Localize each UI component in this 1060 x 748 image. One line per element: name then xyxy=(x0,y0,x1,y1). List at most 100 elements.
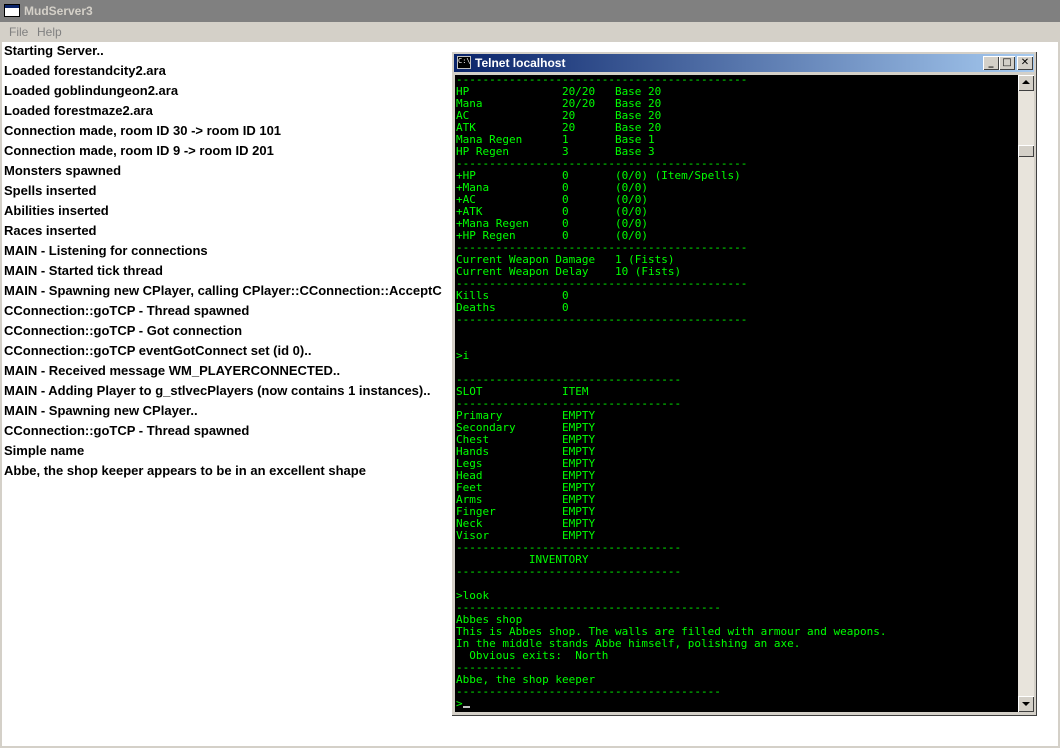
console-line: > xyxy=(456,697,886,710)
log-line: Connection made, room ID 30 -> room ID 1… xyxy=(4,123,282,138)
console-line: INVENTORY xyxy=(456,553,886,566)
console-line: Current Weapon Damage 1 (Fists) xyxy=(456,253,886,266)
log-line: Connection made, room ID 9 -> room ID 20… xyxy=(4,143,274,158)
console-line: ----------------------------------------… xyxy=(456,157,886,170)
maximize-button[interactable]: □ xyxy=(999,56,1015,70)
log-line: Monsters spawned xyxy=(4,163,122,178)
text-cursor xyxy=(462,706,470,708)
log-line: MAIN - Spawning new CPlayer, calling CPl… xyxy=(4,283,442,298)
console-line: Chest EMPTY xyxy=(456,433,886,446)
console-line: Legs EMPTY xyxy=(456,457,886,470)
console-line: ---------------------------------- xyxy=(456,541,886,554)
console-line: Neck EMPTY xyxy=(456,517,886,530)
scroll-down-button[interactable] xyxy=(1018,696,1034,712)
console-line: Hands EMPTY xyxy=(456,445,886,458)
console-line: +HP Regen 0 (0/0) xyxy=(456,229,886,242)
log-line: Spells inserted xyxy=(4,183,97,198)
console-line: ----------------------------------------… xyxy=(456,241,886,254)
log-line: CConnection::goTCP - Thread spawned xyxy=(4,423,250,438)
console-line: Feet EMPTY xyxy=(456,481,886,494)
console-line: Mana 20/20 Base 20 xyxy=(456,97,886,110)
log-line: MAIN - Received message WM_PLAYERCONNECT… xyxy=(4,363,341,378)
console-line-text: ---------------------------------------- xyxy=(456,685,721,698)
menu-help[interactable]: Help xyxy=(37,25,62,39)
window-icon xyxy=(4,4,20,17)
console-line: SLOT ITEM xyxy=(456,385,886,398)
console-line: ----------------------------------------… xyxy=(456,75,886,86)
console-line: In the middle stands Abbe himself, polis… xyxy=(456,637,886,650)
console-line: HP Regen 3 Base 3 xyxy=(456,145,886,158)
console-line: Current Weapon Delay 10 (Fists) xyxy=(456,265,886,278)
console-line: +AC 0 (0/0) xyxy=(456,193,886,206)
console-line-text: ----------------------------------------… xyxy=(456,313,748,326)
console-line: ---------------------------------------- xyxy=(456,601,886,614)
log-line: Simple name xyxy=(4,443,85,458)
log-list: Starting Server.. Loaded forestandcity2.a… xyxy=(4,42,442,482)
log-line: MAIN - Listening for connections xyxy=(4,243,208,258)
log-line: CConnection::goTCP - Got connection xyxy=(4,323,243,338)
telnet-title-bar[interactable]: C:\ Telnet localhost _ □ ✕ xyxy=(454,54,1034,72)
log-line: Loaded goblindungeon2.ara xyxy=(4,83,179,98)
console-line-text: > xyxy=(456,697,463,710)
console-line: ---------------------------------- xyxy=(456,397,886,410)
log-line: Abilities inserted xyxy=(4,203,109,218)
console-line: +ATK 0 (0/0) xyxy=(456,205,886,218)
log-line: CConnection::goTCP - Thread spawned xyxy=(4,303,250,318)
console-line: +Mana 0 (0/0) xyxy=(456,181,886,194)
console-line: This is Abbes shop. The walls are filled… xyxy=(456,625,886,638)
scroll-thumb[interactable] xyxy=(1018,145,1034,157)
log-line: MAIN - Spawning new CPlayer.. xyxy=(4,403,198,418)
console-line: Deaths 0 xyxy=(456,301,886,314)
console-line: ---------------------------------- xyxy=(456,565,886,578)
console-line-text: >i xyxy=(456,349,470,362)
console-line: ---------- xyxy=(456,661,886,674)
console-line-list: ----------------------------------------… xyxy=(456,75,886,710)
log-line: CConnection::goTCP eventGotConnect set (… xyxy=(4,343,312,358)
console-icon: C:\ xyxy=(457,56,471,69)
console-line: AC 20 Base 20 xyxy=(456,109,886,122)
log-line: Starting Server.. xyxy=(4,43,104,58)
console-line: Secondary EMPTY xyxy=(456,421,886,434)
console-output[interactable]: ----------------------------------------… xyxy=(455,75,1018,712)
console-line: Arms EMPTY xyxy=(456,493,886,506)
console-line: ---------------------------------------- xyxy=(456,685,886,698)
main-title-bar[interactable]: MudServer3 xyxy=(0,0,1060,22)
log-line: MAIN - Adding Player to g_stlvecPlayers … xyxy=(4,383,431,398)
log-line: Loaded forestandcity2.ara xyxy=(4,63,166,78)
console-line: Mana Regen 1 Base 1 xyxy=(456,133,886,146)
console-line: ---------------------------------- xyxy=(456,373,886,386)
console-line: Visor EMPTY xyxy=(456,529,886,542)
log-line: Loaded forestmaze2.ara xyxy=(4,103,153,118)
scroll-up-button[interactable] xyxy=(1018,75,1034,91)
console-line: Primary EMPTY xyxy=(456,409,886,422)
console-line: ATK 20 Base 20 xyxy=(456,121,886,134)
console-line: Kills 0 xyxy=(456,289,886,302)
console-line: >look xyxy=(456,589,886,602)
console-line: Head EMPTY xyxy=(456,469,886,482)
log-line: Abbe, the shop keeper appears to be in a… xyxy=(4,463,366,478)
console-line: HP 20/20 Base 20 xyxy=(456,85,886,98)
vertical-scrollbar[interactable] xyxy=(1018,75,1034,712)
console-line-text: ---------------------------------- xyxy=(456,565,682,578)
console-line: Abbes shop xyxy=(456,613,886,626)
console-line: +Mana Regen 0 (0/0) xyxy=(456,217,886,230)
minimize-button[interactable]: _ xyxy=(983,56,999,70)
console-line: Abbe, the shop keeper xyxy=(456,673,886,686)
console-line: +HP 0 (0/0) (Item/Spells) xyxy=(456,169,886,182)
main-window-title: MudServer3 xyxy=(24,4,93,18)
console-line: >i xyxy=(456,349,886,362)
console-line: Finger EMPTY xyxy=(456,505,886,518)
telnet-window-title: Telnet localhost xyxy=(475,56,566,70)
menu-file[interactable]: File xyxy=(9,25,28,39)
telnet-window: C:\ Telnet localhost _ □ ✕ -------------… xyxy=(451,51,1037,716)
console-line: Obvious exits: North xyxy=(456,649,886,662)
console-line: ----------------------------------------… xyxy=(456,277,886,290)
close-button[interactable]: ✕ xyxy=(1017,56,1033,70)
log-line: MAIN - Started tick thread xyxy=(4,263,163,278)
log-line: Races inserted xyxy=(4,223,97,238)
menu-bar: File Help xyxy=(0,22,1060,42)
